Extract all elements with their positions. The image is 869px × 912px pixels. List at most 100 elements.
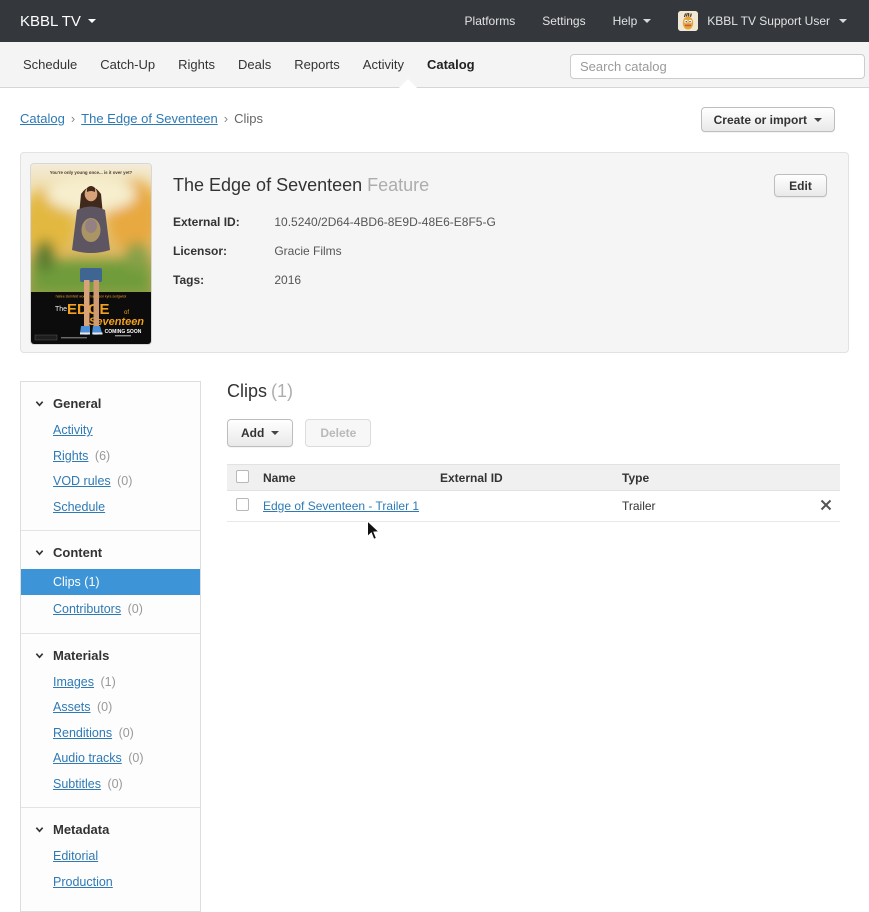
sidebar: General Activity Rights (6) VOD rules (0… [20, 381, 201, 912]
sidebar-item-activity: Activity [21, 418, 200, 444]
item-count: (0) [118, 725, 134, 740]
item-count: (1) [100, 674, 116, 689]
tab-schedule[interactable]: Schedule [23, 57, 77, 72]
chevron-down-icon [35, 652, 44, 659]
clip-link[interactable]: Edge of Seventeen - Trailer 1 [263, 499, 419, 513]
sidebar-link[interactable]: Subtitles [53, 777, 101, 791]
svg-text:hailee steinfeld woody harre: hailee steinfeld woody harrelson kyra se… [56, 295, 127, 299]
tab-reports[interactable]: Reports [294, 57, 340, 72]
sidebar-section-header-metadata[interactable]: Metadata [21, 817, 200, 844]
mouse-cursor [366, 519, 381, 547]
section-title: Materials [53, 647, 110, 663]
section-title: General [53, 396, 102, 411]
chevron-down-icon [35, 401, 44, 407]
section-title: Metadata [53, 822, 110, 837]
toolbar: Add Delete [227, 419, 840, 447]
item-count: (0) [97, 700, 113, 714]
tab-catalog[interactable]: Catalog [427, 57, 475, 72]
title-name: The Edge of Seventeen [173, 175, 363, 195]
item-count: (6) [94, 448, 111, 463]
sidebar-item-audio-tracks: Audio tracks (0) [21, 746, 200, 772]
sidebar-link[interactable]: Schedule [53, 500, 105, 514]
chevron-down-icon [271, 431, 280, 435]
tab-deals[interactable]: Deals [238, 57, 271, 72]
svg-text:The: The [55, 306, 67, 313]
table-header-row: Name External ID Type [227, 464, 840, 491]
sidebar-section-header-materials[interactable]: Materials [21, 643, 200, 670]
chevron-down-icon [814, 117, 822, 122]
table-row: Edge of Seventeen - Trailer 1 Trailer [227, 491, 840, 522]
breadcrumb-row: Catalog › The Edge of Seventeen › Clips Crea… [20, 105, 835, 135]
section-title: Content [53, 545, 103, 560]
sidebar-section-content: Content Clips (1) Contributors (0) [21, 530, 200, 633]
sidebar-section-metadata: Metadata Editorial Production [21, 807, 200, 905]
sidebar-link[interactable]: Rights [53, 449, 88, 463]
breadcrumb-catalog-link[interactable]: Catalog [20, 111, 65, 126]
poster-artwork: You're only young once... is it over yet… [31, 164, 151, 344]
sidebar-link[interactable]: Renditions [53, 726, 112, 740]
tab-rights[interactable]: Rights [178, 57, 215, 72]
create-or-import-label: Create or import [713, 112, 807, 127]
sidebar-link[interactable]: Editorial [53, 849, 98, 863]
sidebar-link[interactable]: Production [53, 875, 113, 889]
search-input[interactable] [570, 54, 865, 79]
column-header-name: Name [263, 470, 296, 485]
section-tabs: Schedule Catch-Up Rights Deals Reports A… [23, 57, 475, 72]
remove-clip-button[interactable] [820, 499, 832, 511]
main-content: Clips (1) Add Delete Name External ID Typ… [227, 381, 840, 522]
cursor-arrow-icon [367, 519, 381, 540]
breadcrumb-separator: › [223, 111, 229, 126]
sidebar-item-vod-rules: VOD rules (0) [21, 469, 200, 495]
nav-item-settings[interactable]: Settings [542, 14, 585, 28]
svg-text:COMING SOON: COMING SOON [105, 329, 142, 335]
brand-menu[interactable]: KBBL TV [20, 13, 96, 30]
create-or-import-button[interactable]: Create or import [700, 107, 835, 132]
field-value: 2016 [274, 273, 302, 287]
edit-label: Edit [789, 178, 812, 193]
column-header-external-id: External ID [440, 470, 503, 485]
column-header-type: Type [622, 470, 650, 485]
page-title-text: Clips [227, 381, 268, 401]
delete-button[interactable]: Delete [305, 419, 372, 447]
sidebar-item-renditions: Renditions (0) [21, 721, 200, 747]
page-title: Clips (1) [227, 381, 840, 402]
chevron-down-icon [35, 550, 44, 556]
sidebar-link[interactable]: VOD rules [53, 474, 111, 488]
add-button[interactable]: Add [227, 419, 294, 447]
sidebar-section-header-content[interactable]: Content [21, 540, 200, 567]
field-label: Tags: [173, 273, 205, 287]
sidebar-link[interactable]: Assets [53, 700, 91, 714]
sidebar-section-header-general[interactable]: General [21, 391, 200, 418]
sidebar-item-subtitles: Subtitles (0) [21, 772, 200, 798]
sidebar-link[interactable]: Audio tracks [53, 751, 122, 765]
sidebar-item-contributors: Contributors (0) [21, 597, 200, 623]
field-external-id: External ID: 10.5240/2D64-4BD6-8E9D-48E6… [173, 215, 496, 229]
tab-activity[interactable]: Activity [363, 57, 404, 72]
sidebar-link[interactable]: Activity [53, 423, 93, 437]
breadcrumb-current: Clips [234, 111, 264, 126]
field-licensor: Licensor: Gracie Films [173, 244, 342, 258]
sidebar-item-clips[interactable]: Clips (1) [21, 569, 200, 595]
nav-item-help[interactable]: Help [613, 14, 652, 28]
sidebar-section-general: General Activity Rights (6) VOD rules (0… [21, 382, 200, 530]
field-tags: Tags: 2016 [173, 273, 301, 287]
chevron-down-icon [35, 827, 44, 833]
row-checkbox[interactable] [236, 498, 249, 511]
nav-item-platforms[interactable]: Platforms [465, 14, 516, 28]
topnav-right: Platforms Settings Help KBBL TV Support … [465, 11, 869, 31]
breadcrumb-title-link[interactable]: The Edge of Seventeen [81, 111, 218, 126]
delete-label: Delete [320, 426, 357, 440]
sidebar-link[interactable]: Images [53, 675, 94, 689]
avatar [678, 11, 699, 31]
brand-label: KBBL TV [20, 12, 81, 30]
item-count: (1) [84, 575, 100, 589]
user-avatar-image [678, 11, 699, 31]
sidebar-link[interactable]: Contributors [53, 602, 121, 616]
select-all-checkbox[interactable] [236, 469, 249, 483]
sidebar-link: Clips [53, 575, 81, 589]
tab-catch-up[interactable]: Catch-Up [100, 57, 155, 72]
edit-button[interactable]: Edit [774, 174, 827, 197]
chevron-down-icon [643, 19, 652, 23]
user-menu[interactable]: KBBL TV Support User [678, 11, 847, 31]
sidebar-section-materials: Materials Images (1) Assets (0) Renditio… [21, 632, 200, 808]
